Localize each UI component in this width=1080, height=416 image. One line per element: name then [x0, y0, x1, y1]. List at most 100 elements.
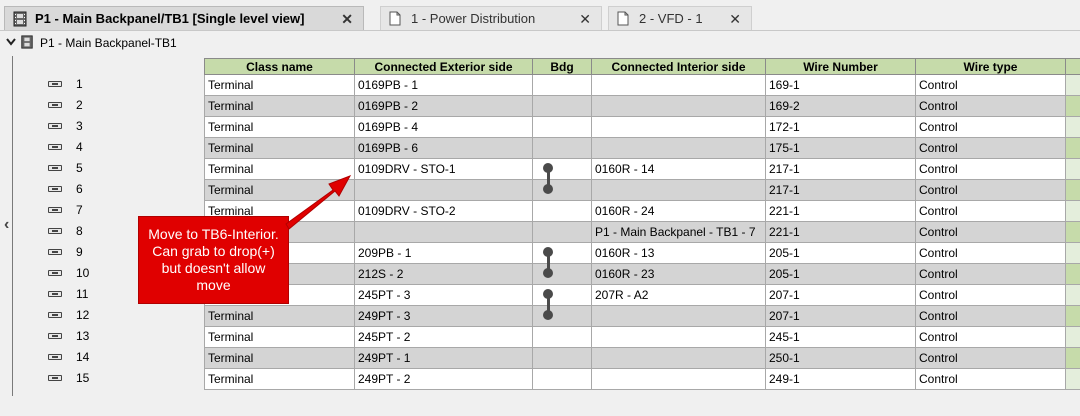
cell-interior[interactable]	[591, 179, 766, 201]
tab-vfd-1[interactable]: 2 - VFD - 1 ✕	[608, 6, 752, 30]
cell-wire-number[interactable]: 207-1	[765, 305, 916, 327]
cell-interior[interactable]	[591, 368, 766, 390]
cell-interior[interactable]: P1 - Main Backpanel - TB1 - 7	[591, 221, 766, 243]
cell-wire-number[interactable]: 205-1	[765, 263, 916, 285]
cell-exterior[interactable]: 0109DRV - STO-1	[354, 158, 533, 180]
cell-bdg[interactable]	[532, 305, 592, 327]
table-row[interactable]: Terminal 0109DRV - STO-1 0160R - 14 217-1 Co…	[204, 158, 1080, 180]
cell-wire-number[interactable]: 245-1	[765, 326, 916, 348]
column-header-bdg[interactable]: Bdg	[532, 58, 592, 75]
cell-interior[interactable]: 0160R - 24	[591, 200, 766, 222]
cell-interior[interactable]: 0160R - 14	[591, 158, 766, 180]
terminal-row-label[interactable]: 2	[48, 94, 198, 115]
terminal-row-label[interactable]: 5	[48, 157, 198, 178]
terminal-row-label[interactable]: 12	[48, 304, 198, 325]
cell-wire-number[interactable]: 207-1	[765, 284, 916, 306]
cell-class-name[interactable]: Terminal	[204, 137, 355, 159]
cell-exterior[interactable]: 0169PB - 6	[354, 137, 533, 159]
table-row[interactable]: Terminal 0169PB - 2 169-2 Control	[204, 95, 1080, 117]
cell-wire-number[interactable]: 221-1	[765, 221, 916, 243]
cell-wire-type[interactable]: Control	[915, 284, 1066, 306]
table-row[interactable]: P1 - Main Backpanel - TB1 - 7 221-1 Contro…	[204, 221, 1080, 243]
table-row[interactable]: Terminal 0169PB - 4 172-1 Control	[204, 116, 1080, 138]
column-header-wire-type[interactable]: Wire type	[915, 58, 1066, 75]
column-header-interior[interactable]: Connected Interior side	[591, 58, 766, 75]
cell-wire-type[interactable]: Control	[915, 242, 1066, 264]
chevron-left-icon[interactable]: ‹	[4, 216, 9, 234]
cell-interior[interactable]: 0160R - 23	[591, 263, 766, 285]
cell-bdg[interactable]	[532, 116, 592, 138]
table-row[interactable]: Terminal 249PT - 1 250-1 Control	[204, 347, 1080, 369]
cell-wire-type[interactable]: Control	[915, 158, 1066, 180]
cell-exterior[interactable]: 0169PB - 4	[354, 116, 533, 138]
cell-wire-type[interactable]: Control	[915, 74, 1066, 96]
cell-exterior[interactable]: 249PT - 3	[354, 305, 533, 327]
cell-wire-number[interactable]: 221-1	[765, 200, 916, 222]
table-row[interactable]: Terminal 0169PB - 6 175-1 Control	[204, 137, 1080, 159]
cell-class-name[interactable]: Terminal	[204, 305, 355, 327]
cell-interior[interactable]	[591, 74, 766, 96]
cell-exterior[interactable]	[354, 221, 533, 243]
cell-wire-type[interactable]: Control	[915, 200, 1066, 222]
cell-wire-type[interactable]: Control	[915, 179, 1066, 201]
cell-bdg[interactable]	[532, 74, 592, 96]
cell-exterior[interactable]: 0169PB - 1	[354, 74, 533, 96]
cell-bdg[interactable]	[532, 326, 592, 348]
cell-wire-number[interactable]: 172-1	[765, 116, 916, 138]
terminal-row-label[interactable]: 6	[48, 178, 198, 199]
cell-wire-type[interactable]: Control	[915, 305, 1066, 327]
cell-exterior[interactable]: 245PT - 2	[354, 326, 533, 348]
cell-wire-type[interactable]: Control	[915, 95, 1066, 117]
cell-bdg[interactable]	[532, 347, 592, 369]
cell-bdg[interactable]	[532, 263, 592, 285]
cell-interior[interactable]	[591, 305, 766, 327]
cell-bdg[interactable]	[532, 368, 592, 390]
cell-interior[interactable]	[591, 95, 766, 117]
cell-wire-number[interactable]: 250-1	[765, 347, 916, 369]
cell-exterior[interactable]: 249PT - 2	[354, 368, 533, 390]
cell-wire-number[interactable]: 175-1	[765, 137, 916, 159]
terminal-row-label[interactable]: 3	[48, 115, 198, 136]
cell-interior[interactable]	[591, 116, 766, 138]
cell-class-name[interactable]: Terminal	[204, 179, 355, 201]
cell-wire-type[interactable]: Control	[915, 326, 1066, 348]
cell-exterior[interactable]: 209PB - 1	[354, 242, 533, 264]
cell-bdg[interactable]	[532, 95, 592, 117]
cell-interior[interactable]	[591, 347, 766, 369]
cell-wire-number[interactable]: 249-1	[765, 368, 916, 390]
cell-wire-type[interactable]: Control	[915, 116, 1066, 138]
column-header-wire-number[interactable]: Wire Number	[765, 58, 916, 75]
cell-exterior[interactable]	[354, 179, 533, 201]
cell-interior[interactable]: 207R - A2	[591, 284, 766, 306]
cell-exterior[interactable]: 212S - 2	[354, 263, 533, 285]
tab-main-backpanel[interactable]: P1 - Main Backpanel/TB1 [Single level vi…	[4, 6, 364, 30]
cell-bdg[interactable]	[532, 179, 592, 201]
terminal-row-label[interactable]: 13	[48, 325, 198, 346]
tab-power-distribution[interactable]: 1 - Power Distribution ✕	[380, 6, 602, 30]
cell-wire-number[interactable]: 169-2	[765, 95, 916, 117]
table-row[interactable]: Terminal 0109DRV - STO-2 0160R - 24 221-1 Co…	[204, 200, 1080, 222]
cell-bdg[interactable]	[532, 284, 592, 306]
terminal-row-label[interactable]: 4	[48, 136, 198, 157]
cell-exterior[interactable]: 245PT - 3	[354, 284, 533, 306]
column-header-exterior[interactable]: Connected Exterior side	[354, 58, 533, 75]
cell-class-name[interactable]: Terminal	[204, 95, 355, 117]
table-row[interactable]: 212S - 2 0160R - 23 205-1 Control	[204, 263, 1080, 285]
cell-interior[interactable]	[591, 326, 766, 348]
table-row[interactable]: Terminal 217-1 Control	[204, 179, 1080, 201]
cell-bdg[interactable]	[532, 137, 592, 159]
cell-wire-type[interactable]: Control	[915, 221, 1066, 243]
cell-exterior[interactable]: 249PT - 1	[354, 347, 533, 369]
cell-wire-type[interactable]: Control	[915, 347, 1066, 369]
cell-wire-number[interactable]: 205-1	[765, 242, 916, 264]
table-row[interactable]: 245PT - 3 207R - A2 207-1 Control	[204, 284, 1080, 306]
cell-wire-type[interactable]: Control	[915, 137, 1066, 159]
cell-class-name[interactable]: Terminal	[204, 347, 355, 369]
table-row[interactable]: Terminal 245PT - 2 245-1 Control	[204, 326, 1080, 348]
chevron-down-icon[interactable]	[6, 37, 18, 49]
terminal-row-label[interactable]: 1	[48, 73, 198, 94]
table-row[interactable]: Terminal 249PT - 3 207-1 Control	[204, 305, 1080, 327]
cell-class-name[interactable]: Terminal	[204, 326, 355, 348]
cell-bdg[interactable]	[532, 242, 592, 264]
cell-interior[interactable]: 0160R - 13	[591, 242, 766, 264]
